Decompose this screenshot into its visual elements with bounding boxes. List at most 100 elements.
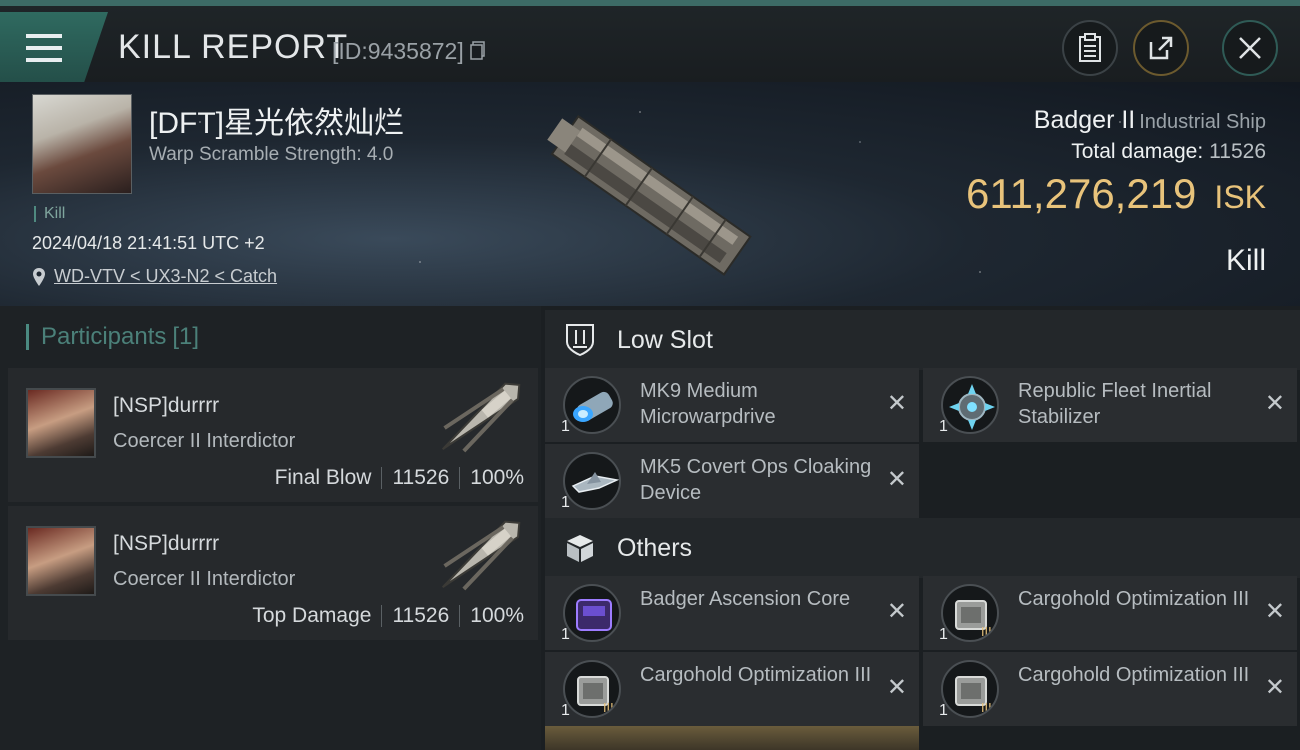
total-damage-value: 11526: [1209, 140, 1266, 163]
destroyed-x-icon: ✕: [1264, 598, 1285, 625]
destroyed-x-icon: ✕: [886, 598, 907, 625]
item-name: MK9 Medium Microwarpdrive: [640, 380, 776, 428]
menu-button[interactable]: [0, 12, 108, 82]
item-name: Cargohold Optimization III: [1018, 588, 1250, 610]
victim-avatar[interactable]: [32, 94, 132, 194]
location-link[interactable]: WD-VTV < UX3-N2 < Catch: [32, 266, 277, 287]
participant-ship: Coercer II Interdictor: [113, 568, 296, 590]
item-inertial-stabilizer[interactable]: 1 Republic Fleet Inertial Stabilizer ✕: [923, 368, 1297, 442]
item-quantity: 1: [939, 626, 948, 643]
ascension-core-icon: [563, 584, 621, 642]
close-button[interactable]: [1222, 20, 1278, 76]
total-damage: Total damage: 11526: [1071, 140, 1266, 164]
divider: [381, 467, 383, 489]
copy-icon[interactable]: [470, 41, 486, 61]
participants-label: Participants: [41, 323, 167, 350]
report-id-text: [ID:9435872]: [332, 38, 464, 64]
item-cargohold-optimization[interactable]: III 1 Cargohold Optimization III ✕: [923, 576, 1297, 650]
result-label: Kill: [1225, 244, 1266, 277]
participant-name: [NSP]durrrr: [113, 394, 220, 417]
top-bar: KILL REPORT [ID:9435872]: [0, 0, 1300, 82]
svg-text:III: III: [603, 701, 614, 715]
cargohold-optimization-icon: III: [563, 660, 621, 718]
ship-name-text: Badger II: [1033, 106, 1136, 134]
kill-tag: Kill: [34, 206, 65, 222]
report-id[interactable]: [ID:9435872]: [332, 38, 486, 65]
divider: [459, 605, 461, 627]
participants-count: [1]: [172, 323, 200, 350]
item-ascension-core[interactable]: 1 Badger Ascension Core ✕: [545, 576, 919, 650]
participant-stats: Final Blow 11526 100%: [275, 466, 524, 490]
svg-text:III: III: [981, 625, 992, 639]
victim-name[interactable]: [DFT]星光依然灿烂: [149, 98, 404, 142]
participants-header: Participants [1]: [26, 324, 199, 350]
page-title: KILL REPORT: [118, 28, 349, 66]
item-quantity: 1: [561, 494, 570, 511]
victim-ship-name[interactable]: Badger II Industrial Ship: [1034, 106, 1266, 135]
destroyed-x-icon: ✕: [886, 674, 907, 701]
others-title: Others: [617, 533, 693, 562]
cloaking-device-icon: [563, 452, 621, 510]
participant-percent: 100%: [470, 466, 524, 489]
ship-class: Industrial Ship: [1139, 111, 1266, 133]
location-pin-icon: [33, 267, 45, 286]
participant-ship: Coercer II Interdictor: [113, 430, 296, 452]
item-microwarpdrive[interactable]: 1 MK9 Medium Microwarpdrive ✕: [545, 368, 919, 442]
location-text: WD-VTV < UX3-N2 < Catch: [54, 266, 278, 286]
participant-damage: 11526: [392, 604, 450, 627]
items-panel: Low Slot 1 MK9 Medium Microwarpdrive ✕ 1…: [541, 306, 1300, 750]
microwarpdrive-icon: [563, 376, 621, 434]
item-name: Cargohold Optimization III: [640, 664, 872, 686]
isk-amount: 611,276,219: [965, 170, 1197, 217]
participant-avatar[interactable]: [26, 388, 96, 458]
item-name: Cargohold Optimization III: [1018, 664, 1250, 686]
item-name: MK5 Covert Ops Cloaking Device: [640, 456, 872, 504]
warp-scramble-strength: Warp Scramble Strength: 4.0: [149, 144, 394, 165]
participant-avatar[interactable]: [26, 526, 96, 596]
total-damage-label: Total damage:: [1071, 140, 1204, 163]
participant-row[interactable]: [NSP]durrrr Coercer II Interdictor Top D…: [8, 506, 538, 640]
item-cargohold-optimization[interactable]: III 1 Cargohold Optimization III ✕: [923, 652, 1297, 726]
participant-percent: 100%: [470, 604, 524, 627]
participant-ship-image: [441, 520, 521, 591]
share-button[interactable]: [1133, 20, 1189, 76]
destroyed-x-icon: ✕: [886, 466, 907, 493]
low-slot-header: Low Slot: [545, 310, 1300, 370]
participants-panel: Participants [1] [NSP]durrrr Coercer II I…: [0, 306, 541, 750]
participant-stats: Top Damage 11526 100%: [252, 604, 524, 628]
hamburger-icon: [26, 34, 62, 62]
item-quantity: 1: [561, 702, 570, 719]
isk-unit: ISK: [1214, 179, 1266, 215]
participant-damage: 11526: [392, 466, 450, 489]
item-quantity: 1: [561, 626, 570, 643]
victim-ship-image: [547, 114, 752, 276]
item-name: Republic Fleet Inertial Stabilizer: [1018, 380, 1212, 428]
svg-text:III: III: [981, 701, 992, 715]
item-quantity: 1: [561, 418, 570, 435]
item-cloaking-device[interactable]: 1 MK5 Covert Ops Cloaking Device ✕: [545, 444, 919, 518]
item-cargohold-optimization[interactable]: III 1 Cargohold Optimization III ✕: [545, 652, 919, 726]
item-quantity: 1: [939, 418, 948, 435]
destroyed-x-icon: ✕: [1264, 674, 1285, 701]
next-item-partial[interactable]: [545, 726, 919, 750]
participant-name: [NSP]durrrr: [113, 532, 220, 555]
low-slot-icon: [561, 321, 599, 359]
participant-role: Top Damage: [252, 604, 372, 627]
participant-row[interactable]: [NSP]durrrr Coercer II Interdictor Final…: [8, 368, 538, 502]
participant-role: Final Blow: [274, 466, 372, 489]
destroyed-x-icon: ✕: [1264, 390, 1285, 417]
share-icon: [1149, 36, 1173, 60]
cargohold-optimization-icon: III: [941, 584, 999, 642]
clipboard-button[interactable]: [1062, 20, 1118, 76]
divider: [459, 467, 461, 489]
item-quantity: 1: [939, 702, 948, 719]
close-icon: [1239, 37, 1261, 59]
destroyed-x-icon: ✕: [886, 390, 907, 417]
participant-ship-image: [441, 382, 521, 453]
others-header: Others: [545, 518, 1300, 578]
victim-summary-panel: [DFT]星光依然灿烂 Warp Scramble Strength: 4.0 …: [0, 82, 1300, 306]
isk-value: 611,276,219 ISK: [966, 170, 1266, 218]
cube-icon: [561, 529, 599, 567]
cargohold-optimization-icon: III: [941, 660, 999, 718]
clipboard-icon: [1079, 33, 1101, 62]
